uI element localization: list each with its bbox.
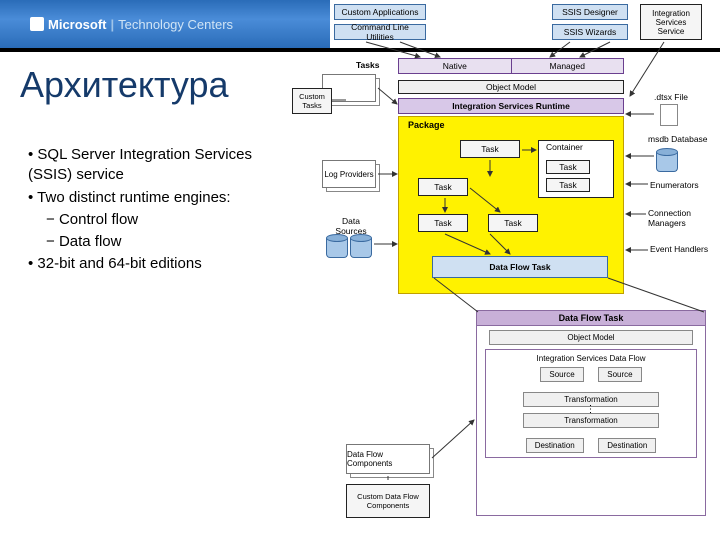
box-task-2: Task: [418, 178, 468, 196]
bullet-control-flow: Control flow: [28, 210, 288, 230]
bullet-list: SQL Server Integration Services (SSIS) s…: [28, 145, 288, 277]
box-custom-applications: Custom Applications: [334, 4, 426, 20]
box-ssis-designer: SSIS Designer: [552, 4, 628, 20]
box-data-sources: Data Sources: [326, 216, 376, 236]
box-log-providers: Log Providers: [322, 160, 376, 188]
api-managed: Managed: [512, 59, 624, 73]
label-enumerators: Enumerators: [650, 180, 699, 190]
df-destination-2: Destination: [598, 438, 656, 453]
box-custom-tasks: Custom Tasks: [292, 88, 332, 114]
box-cmdline-utilities: Command Line Utilities: [334, 24, 426, 40]
bullet-ssis-service: SQL Server Integration Services (SSIS) s…: [28, 145, 288, 186]
api-native: Native: [399, 59, 512, 73]
box-task-4: Task: [488, 214, 538, 232]
box-task-in-container-2: Task: [546, 178, 590, 192]
box-df-components: Data Flow Components: [346, 444, 430, 474]
df-source-1: Source: [540, 367, 583, 382]
package-label: Package: [408, 120, 445, 130]
brand-text: Microsoft: [48, 17, 107, 32]
architecture-diagram: Custom Applications Command Line Utiliti…: [290, 0, 720, 540]
header-bar: Microsoft | Technology Centers: [0, 0, 330, 48]
tasks-label: Tasks: [356, 60, 379, 70]
df-destination-1: Destination: [526, 438, 584, 453]
brand-suffix: Technology Centers: [118, 17, 233, 32]
cylinder-datasource-2: [350, 234, 372, 260]
cylinder-msdb: [656, 148, 678, 174]
cylinder-datasource-1: [326, 234, 348, 260]
dataflow-panel: Data Flow Task Object Model Integration …: [476, 310, 706, 516]
box-dataflow-task: Data Flow Task: [432, 256, 608, 278]
df-pipeline: Integration Services Data Flow Source So…: [485, 349, 697, 458]
label-event-handlers: Event Handlers: [650, 244, 710, 254]
box-runtime-title: Integration Services Runtime: [398, 98, 624, 114]
api-strip: Native Managed: [398, 58, 624, 74]
df-source-2: Source: [598, 367, 641, 382]
box-integration-services-service: Integration Services Service: [640, 4, 702, 40]
logo-icon: [30, 17, 44, 31]
df-panel-title: Data Flow Task: [477, 311, 705, 326]
bullet-data-flow: Data flow: [28, 232, 288, 252]
bullet-editions: 32-bit and 64-bit editions: [28, 254, 288, 274]
df-transformation-2: Transformation: [523, 413, 659, 428]
brand-logo: Microsoft | Technology Centers: [30, 17, 233, 32]
box-task-in-container-1: Task: [546, 160, 590, 174]
box-task-3: Task: [418, 214, 468, 232]
box-object-model: Object Model: [398, 80, 624, 94]
page-title: Архитектура: [20, 64, 229, 106]
container-label: Container: [546, 142, 583, 152]
label-dtsx: .dtsx File: [654, 92, 688, 102]
label-msdb: msdb Database: [648, 134, 708, 144]
icon-dtsx-file: [660, 104, 678, 126]
box-ssis-wizards: SSIS Wizards: [552, 24, 628, 40]
box-task-1: Task: [460, 140, 520, 158]
label-conn-mgrs: Connection Managers: [648, 208, 712, 228]
box-custom-df-components: Custom Data Flow Components: [346, 484, 430, 518]
df-object-model: Object Model: [489, 330, 693, 345]
df-pipeline-label: Integration Services Data Flow: [488, 354, 694, 363]
bullet-runtimes: Two distinct runtime engines:: [28, 188, 288, 208]
